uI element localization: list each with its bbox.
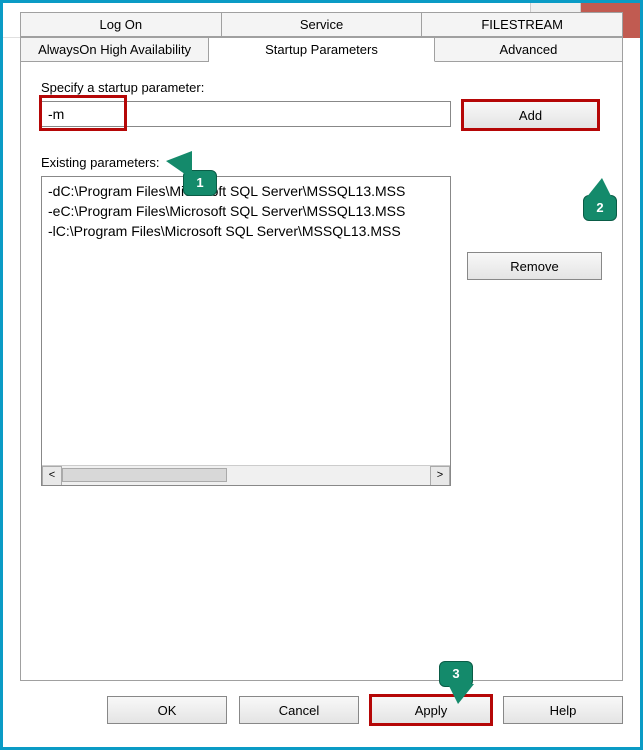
existing-parameters-label: Existing parameters:: [41, 155, 602, 170]
list-item[interactable]: -lC:\Program Files\Microsoft SQL Server\…: [48, 221, 444, 241]
tab-filestream[interactable]: FILESTREAM: [422, 12, 623, 37]
tab-startup-parameters[interactable]: Startup Parameters: [209, 37, 435, 62]
parameter-input[interactable]: [41, 101, 451, 127]
list-item[interactable]: -dC:\Program Files\Microsoft SQL Server\…: [48, 181, 444, 201]
scroll-right-arrow[interactable]: >: [430, 466, 450, 486]
tab-advanced[interactable]: Advanced: [435, 37, 623, 62]
apply-button[interactable]: Apply: [371, 696, 491, 724]
tab-content-panel: Log On Service FILESTREAM AlwaysOn High …: [20, 61, 623, 681]
add-button[interactable]: Add: [463, 101, 598, 129]
scroll-thumb[interactable]: [62, 468, 227, 482]
existing-parameters-listbox[interactable]: -dC:\Program Files\Microsoft SQL Server\…: [41, 176, 451, 486]
tab-alwayson[interactable]: AlwaysOn High Availability: [20, 37, 209, 62]
remove-button[interactable]: Remove: [467, 252, 602, 280]
tab-log-on[interactable]: Log On: [20, 12, 222, 37]
help-button[interactable]: Help: [503, 696, 623, 724]
list-item[interactable]: -eC:\Program Files\Microsoft SQL Server\…: [48, 201, 444, 221]
specify-parameter-label: Specify a startup parameter:: [41, 80, 602, 95]
horizontal-scrollbar[interactable]: < >: [42, 465, 450, 485]
scroll-left-arrow[interactable]: <: [42, 466, 62, 486]
tab-service[interactable]: Service: [222, 12, 423, 37]
cancel-button[interactable]: Cancel: [239, 696, 359, 724]
ok-button[interactable]: OK: [107, 696, 227, 724]
